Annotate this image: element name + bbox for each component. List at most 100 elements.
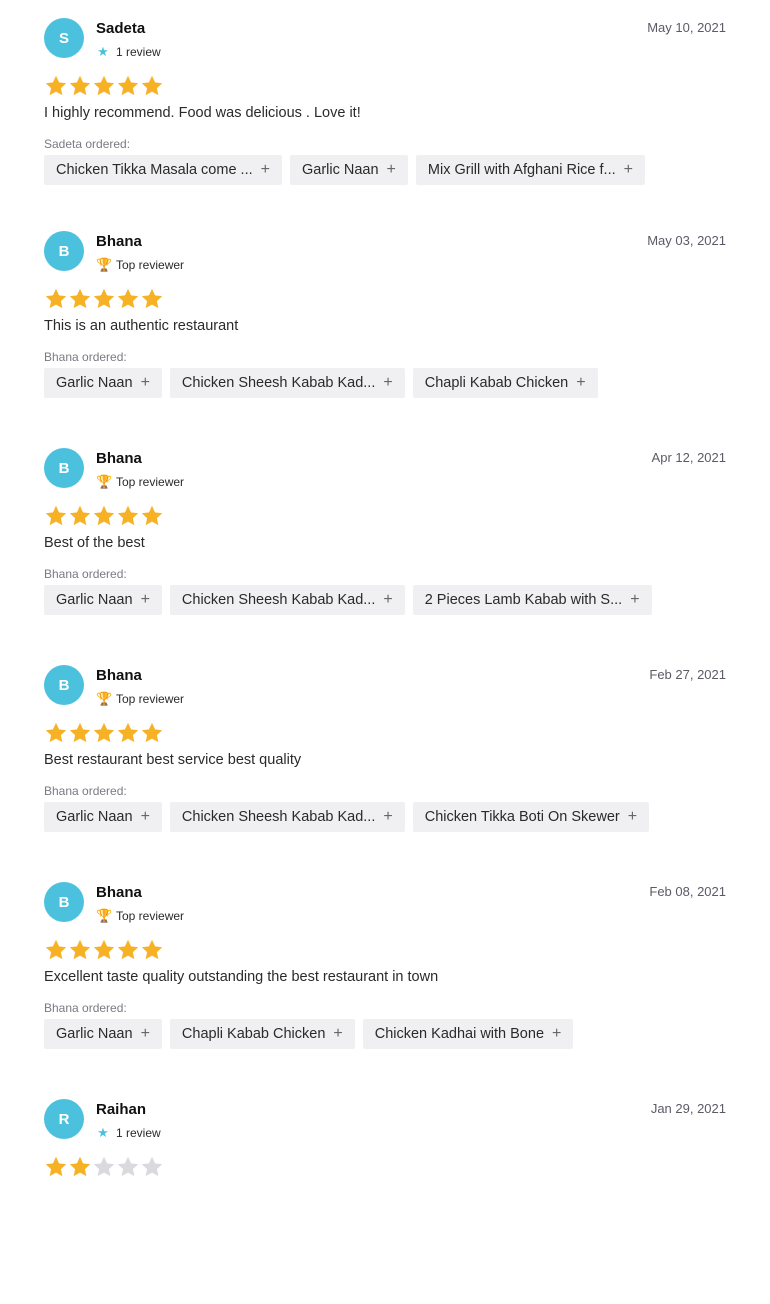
star-filled-icon (116, 721, 140, 745)
plus-icon[interactable]: + (576, 375, 585, 391)
reviewer-name[interactable]: Sadeta (96, 20, 145, 37)
badge-text: Top reviewer (116, 692, 185, 706)
star-filled-icon (140, 287, 164, 311)
star-rating (44, 74, 164, 100)
reviewer-badge: ★ 1 review (96, 1125, 161, 1141)
trophy-icon: 🏆 (96, 474, 113, 489)
review-date: Feb 08, 2021 (649, 884, 726, 899)
ordered-label: Bhana ordered: (44, 1001, 127, 1015)
reviewer-name[interactable]: Bhana (96, 450, 142, 467)
star-filled-icon (116, 74, 140, 98)
ordered-item-chip[interactable]: Garlic Naan + (289, 155, 408, 185)
plus-icon[interactable]: + (552, 1026, 561, 1042)
ordered-item-label: Chicken Sheesh Kabab Kad... (181, 375, 376, 391)
badge-text: Top reviewer (116, 258, 185, 272)
plus-icon[interactable]: + (630, 592, 639, 608)
ordered-item-chip[interactable]: 2 Pieces Lamb Kabab with S... + (412, 585, 652, 615)
star-filled-icon (68, 938, 92, 962)
plus-icon[interactable]: + (383, 592, 392, 608)
reviewer-name[interactable]: Raihan (96, 1101, 146, 1118)
plus-icon[interactable]: + (333, 1026, 342, 1042)
star-filled-icon (44, 287, 68, 311)
review-card: R Raihan ★ 1 review Jan 29, 2021 (44, 1099, 726, 1304)
avatar[interactable]: B (44, 665, 84, 705)
star-filled-icon (92, 74, 116, 98)
ordered-item-chip[interactable]: Chicken Sheesh Kabab Kad... + (169, 802, 405, 832)
ordered-item-label: Garlic Naan (56, 375, 133, 391)
star-filled-icon (140, 74, 164, 98)
review-text: I highly recommend. Food was delicious .… (44, 105, 361, 121)
star-empty-icon (92, 1155, 116, 1179)
reviewer-badge: 🏆 Top reviewer (96, 474, 184, 490)
avatar[interactable]: B (44, 448, 84, 488)
star-icon: ★ (97, 1125, 109, 1140)
ordered-item-label: Chicken Sheesh Kabab Kad... (181, 592, 376, 608)
plus-icon[interactable]: + (141, 809, 150, 825)
avatar[interactable]: B (44, 231, 84, 271)
reviewer-badge: ★ 1 review (96, 44, 161, 60)
ordered-item-chip[interactable]: Chicken Sheesh Kabab Kad... + (169, 368, 405, 398)
ordered-item-label: Chapli Kabab Chicken (181, 1026, 326, 1042)
badge-text: Top reviewer (116, 909, 185, 923)
trophy-icon: 🏆 (96, 908, 113, 923)
ordered-item-chip[interactable]: Garlic Naan + (44, 1019, 162, 1049)
plus-icon[interactable]: + (624, 162, 633, 178)
star-rating (44, 721, 164, 747)
ordered-item-chip[interactable]: Chicken Tikka Boti On Skewer + (412, 802, 650, 832)
review-text: Best of the best (44, 535, 145, 551)
ordered-label: Bhana ordered: (44, 350, 127, 364)
star-filled-icon (116, 938, 140, 962)
star-filled-icon (92, 938, 116, 962)
star-rating (44, 287, 164, 313)
ordered-item-chip[interactable]: Mix Grill with Afghani Rice f... + (415, 155, 645, 185)
ordered-item-chip[interactable]: Chicken Sheesh Kabab Kad... + (169, 585, 405, 615)
ordered-item-chip[interactable]: Chapli Kabab Chicken + (412, 368, 598, 398)
plus-icon[interactable]: + (628, 809, 637, 825)
star-filled-icon (92, 287, 116, 311)
star-filled-icon (116, 504, 140, 528)
reviewer-name[interactable]: Bhana (96, 884, 142, 901)
ordered-item-label: Garlic Naan (56, 592, 133, 608)
star-empty-icon (140, 1155, 164, 1179)
reviewer-name[interactable]: Bhana (96, 667, 142, 684)
ordered-label: Sadeta ordered: (44, 137, 131, 151)
ordered-item-chip[interactable]: Chicken Tikka Masala come ... + (44, 155, 282, 185)
star-filled-icon (68, 504, 92, 528)
review-card: B Bhana 🏆 Top reviewer May 03, 2021 This is a… (44, 231, 726, 436)
reviews-list: S Sadeta ★ 1 review May 10, 2021 I highly rec… (0, 0, 770, 1178)
reviewer-badge: 🏆 Top reviewer (96, 691, 184, 707)
plus-icon[interactable]: + (383, 809, 392, 825)
reviewer-badge: 🏆 Top reviewer (96, 257, 184, 273)
ordered-item-chip[interactable]: Garlic Naan + (44, 585, 162, 615)
review-text: This is an authentic restaurant (44, 318, 239, 334)
avatar[interactable]: S (44, 18, 84, 58)
ordered-item-chip[interactable]: Garlic Naan + (44, 368, 162, 398)
ordered-item-chip[interactable]: Garlic Naan + (44, 802, 162, 832)
star-filled-icon (44, 938, 68, 962)
review-card: S Sadeta ★ 1 review May 10, 2021 I highly rec… (44, 18, 726, 223)
star-filled-icon (92, 504, 116, 528)
plus-icon[interactable]: + (141, 375, 150, 391)
plus-icon[interactable]: + (141, 592, 150, 608)
plus-icon[interactable]: + (141, 1026, 150, 1042)
ordered-item-chip[interactable]: Chapli Kabab Chicken + (169, 1019, 355, 1049)
avatar[interactable]: R (44, 1099, 84, 1139)
star-filled-icon (68, 287, 92, 311)
ordered-item-label: Chicken Tikka Masala come ... (56, 162, 253, 178)
ordered-item-chip[interactable]: Chicken Kadhai with Bone + (362, 1019, 574, 1049)
plus-icon[interactable]: + (261, 162, 270, 178)
ordered-item-label: Garlic Naan (56, 809, 133, 825)
badge-text: 1 review (116, 45, 161, 59)
reviewer-name[interactable]: Bhana (96, 233, 142, 250)
ordered-label: Bhana ordered: (44, 567, 127, 581)
trophy-icon: 🏆 (96, 691, 113, 706)
star-filled-icon (140, 938, 164, 962)
ordered-item-label: Mix Grill with Afghani Rice f... (427, 162, 616, 178)
star-filled-icon (44, 74, 68, 98)
ordered-item-label: Garlic Naan (301, 162, 379, 178)
plus-icon[interactable]: + (383, 375, 392, 391)
avatar[interactable]: B (44, 882, 84, 922)
plus-icon[interactable]: + (387, 162, 396, 178)
ordered-label: Bhana ordered: (44, 784, 127, 798)
review-date: Apr 12, 2021 (651, 450, 726, 465)
